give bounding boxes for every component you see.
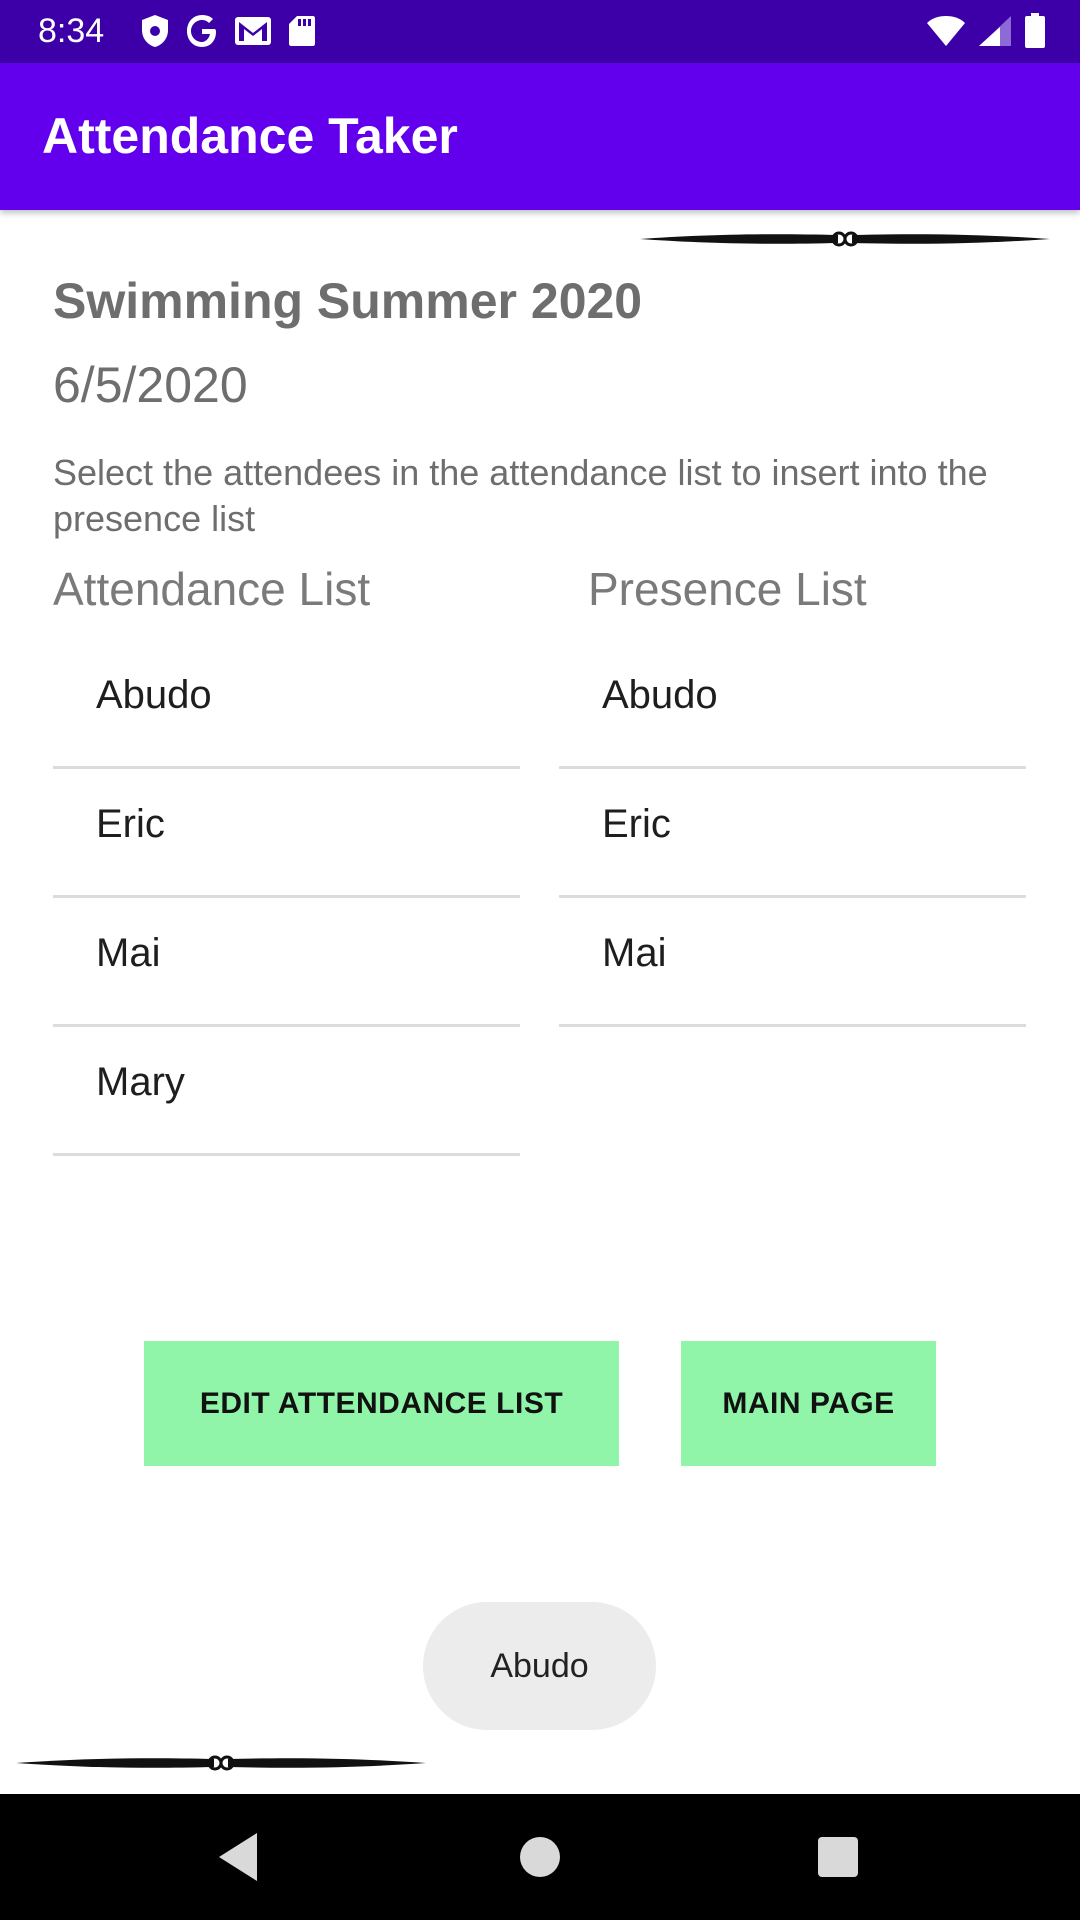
ornament-divider-bottom-icon xyxy=(16,1755,426,1771)
presence-list-item[interactable]: Abudo xyxy=(559,640,1026,769)
attendance-list-item[interactable]: Abudo xyxy=(53,640,520,769)
attendance-list-item[interactable]: Eric xyxy=(53,769,520,898)
status-bar: 8:34 xyxy=(0,0,1080,63)
sd-card-icon xyxy=(289,16,315,46)
app-bar: Attendance Taker xyxy=(0,63,1080,210)
battery-icon xyxy=(1025,13,1045,48)
notification-icons xyxy=(140,10,316,52)
attendance-list-item[interactable]: Mai xyxy=(53,898,520,1027)
recents-button[interactable] xyxy=(805,1824,871,1890)
present-name: Eric xyxy=(602,802,671,846)
attendee-name: Mary xyxy=(96,1060,185,1104)
main-page-button[interactable]: MAIN PAGE xyxy=(681,1341,936,1466)
shield-icon xyxy=(142,15,168,47)
wifi-icon xyxy=(927,16,965,46)
gmail-icon xyxy=(235,17,271,45)
back-button[interactable] xyxy=(205,1824,271,1890)
presence-list-header: Presence List xyxy=(588,563,867,615)
attendee-name: Eric xyxy=(96,802,165,846)
signal-icon xyxy=(979,16,1011,46)
google-icon xyxy=(187,15,216,47)
course-date: 6/5/2020 xyxy=(53,357,248,413)
back-icon xyxy=(219,1833,257,1881)
recents-icon xyxy=(818,1837,858,1877)
attendee-name: Mai xyxy=(96,931,161,975)
attendee-name: Abudo xyxy=(96,673,212,717)
attendance-list-header: Attendance List xyxy=(53,563,371,615)
attendance-list: Abudo Eric Mai Mary xyxy=(53,640,520,1156)
presence-list-item[interactable]: Eric xyxy=(559,769,1026,898)
course-title: Swimming Summer 2020 xyxy=(53,273,643,329)
present-name: Abudo xyxy=(602,673,718,717)
attendance-list-item[interactable]: Mary xyxy=(53,1027,520,1156)
navigation-bar xyxy=(0,1794,1080,1920)
edit-attendance-list-button[interactable]: EDIT ATTENDANCE LIST xyxy=(144,1341,619,1466)
home-icon xyxy=(520,1837,560,1877)
toast-message: Abudo xyxy=(423,1602,656,1730)
ornament-divider-top-icon xyxy=(640,231,1050,247)
present-name: Mai xyxy=(602,931,667,975)
status-time: 8:34 xyxy=(38,12,105,50)
presence-list-item[interactable]: Mai xyxy=(559,898,1026,1027)
instructions-text: Select the attendees in the attendance l… xyxy=(53,452,988,539)
presence-list: Abudo Eric Mai xyxy=(559,640,1026,1027)
app-title: Attendance Taker xyxy=(42,108,458,164)
home-button[interactable] xyxy=(507,1824,573,1890)
system-icons xyxy=(926,10,1046,52)
